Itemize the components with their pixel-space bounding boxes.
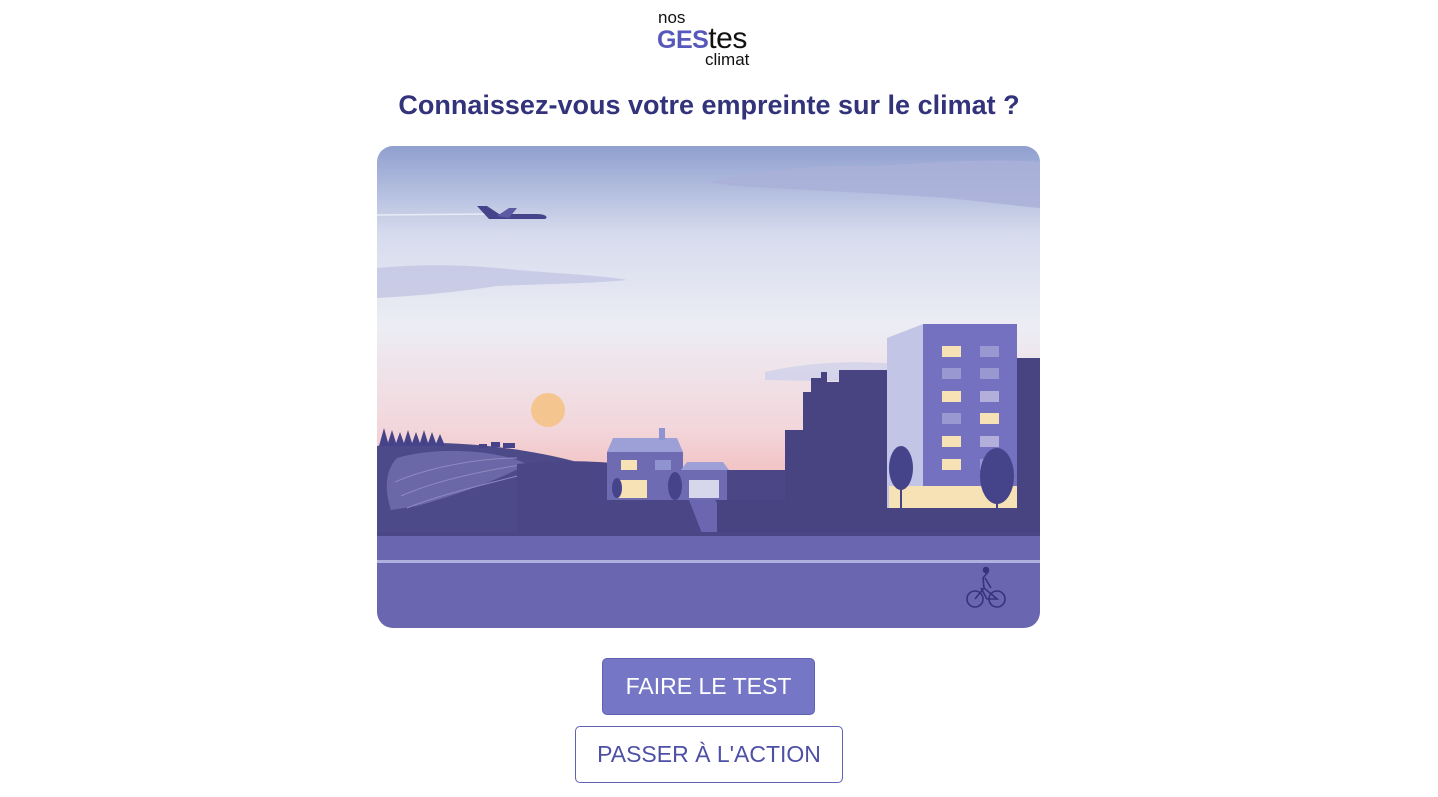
logo-line-climat: climat — [705, 50, 750, 69]
sun-icon — [531, 393, 565, 427]
start-test-button[interactable]: FAIRE LE TEST — [602, 658, 815, 715]
hero-illustration — [377, 146, 1040, 628]
logo-accent-ges: GES — [657, 26, 709, 54]
landing-page: nos GEStes climat Connaissez-vous votre … — [0, 0, 1438, 797]
building-icon — [887, 324, 1017, 512]
page-title: Connaissez-vous votre empreinte sur le c… — [398, 90, 1020, 120]
take-action-button[interactable]: PASSER À L'ACTION — [575, 726, 843, 783]
logo[interactable]: nos GEStes climat — [656, 8, 766, 72]
